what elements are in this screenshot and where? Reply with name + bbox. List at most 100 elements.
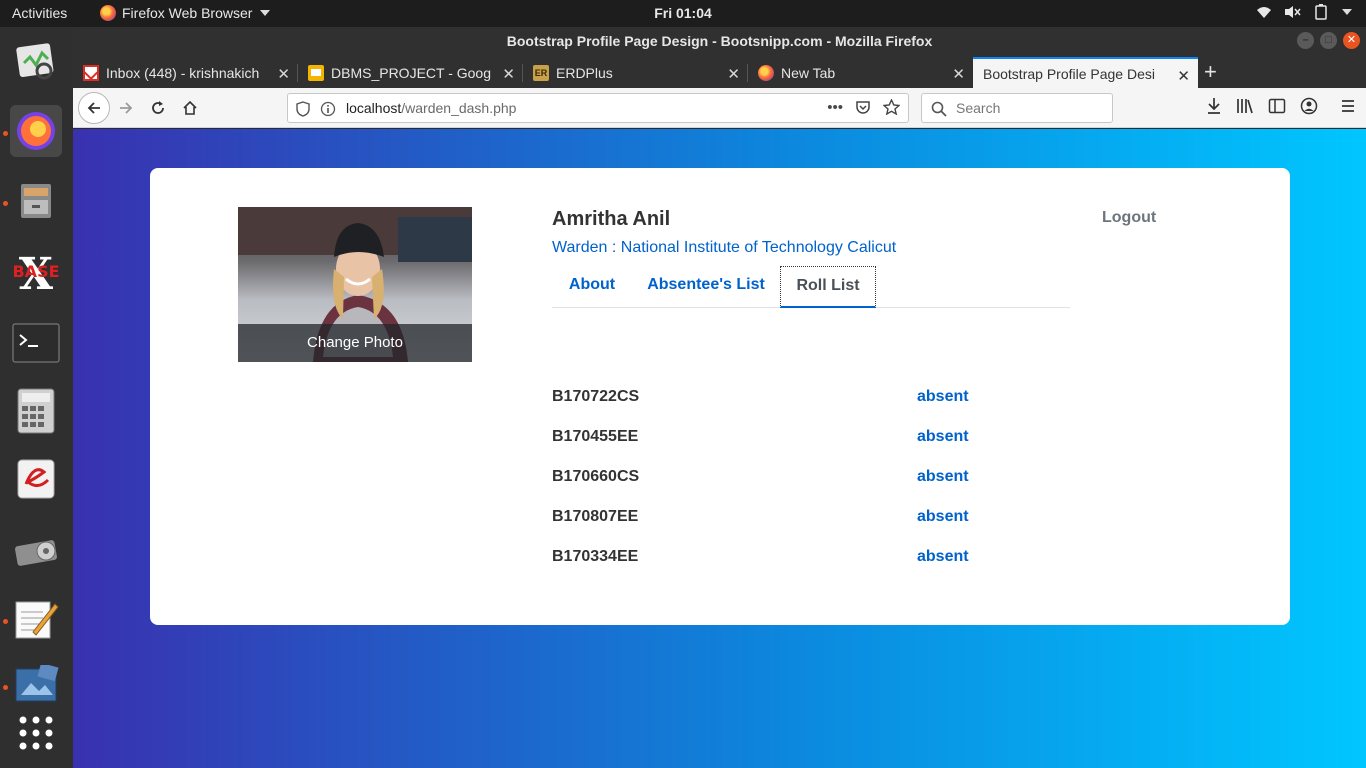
logout-button[interactable]: Logout: [1102, 209, 1156, 227]
profile-card: Change Photo Amritha Anil Warden : Natio…: [150, 168, 1290, 625]
roll-number: B170660CS: [552, 468, 640, 485]
close-window-button[interactable]: ✕: [1343, 32, 1360, 49]
dock-terminal[interactable]: [10, 317, 62, 369]
attendance-status[interactable]: absent: [917, 388, 969, 406]
sidebar-icon[interactable]: [1268, 97, 1286, 115]
dock-system-monitor[interactable]: [10, 35, 62, 87]
reload-icon: [152, 101, 164, 114]
download-icon[interactable]: [1206, 97, 1222, 115]
profile-photo: Change Photo: [238, 207, 472, 362]
shield-icon: [296, 101, 310, 117]
battery-icon: [1315, 4, 1327, 20]
roll-number: B170722CS: [552, 388, 640, 405]
new-tab-button[interactable]: +: [1204, 59, 1217, 85]
dock-disk-utility[interactable]: [10, 523, 62, 575]
hamburger-menu-icon[interactable]: [1340, 97, 1356, 115]
tab-erdplus[interactable]: ER ERDPlus ✕: [523, 57, 748, 88]
activities-button[interactable]: Activities: [12, 5, 67, 21]
tab-label: Inbox (448) - krishnakich: [106, 64, 260, 81]
terminal-icon: [12, 323, 60, 363]
maximize-button[interactable]: □: [1320, 32, 1337, 49]
app-menu[interactable]: Firefox Web Browser: [100, 5, 271, 21]
url-host: localhost: [346, 100, 402, 116]
window-titlebar[interactable]: Bootstrap Profile Page Design - Bootsnip…: [73, 27, 1366, 55]
attendance-status[interactable]: absent: [917, 468, 969, 486]
chevron-down-icon: [260, 10, 271, 16]
gmail-icon: [83, 64, 99, 81]
profile-tabs: About Absentee's List Roll List: [552, 265, 1070, 308]
basex-icon: XBASE: [12, 249, 59, 293]
url-bar[interactable]: localhost/warden_dash.php •••: [287, 93, 909, 123]
volume-muted-icon: [1285, 6, 1301, 18]
close-tab-icon[interactable]: ✕: [727, 65, 740, 83]
wifi-icon: [1257, 7, 1271, 18]
window-title: Bootstrap Profile Page Design - Bootsnip…: [506, 33, 933, 49]
tab-absentees-list[interactable]: Absentee's List: [632, 266, 780, 308]
profile-role: Warden : National Institute of Technolog…: [552, 239, 897, 256]
url-path: /warden_dash.php: [401, 100, 517, 116]
running-indicator: [3, 685, 8, 690]
dock-basex[interactable]: X BASE: [10, 245, 62, 297]
tab-label: New Tab: [781, 64, 836, 81]
firefox-icon: [100, 5, 116, 21]
search-bar[interactable]: [921, 93, 1113, 123]
close-tab-icon[interactable]: ✕: [277, 65, 290, 83]
google-slides-icon: [308, 64, 324, 81]
attendance-status[interactable]: absent: [917, 508, 969, 526]
disk-utility-icon: [15, 540, 57, 566]
close-tab-icon[interactable]: ✕: [502, 65, 515, 83]
firefox-icon: [758, 64, 774, 81]
list-item: B170334EE absent: [552, 548, 972, 572]
erdplus-icon: ER: [533, 64, 549, 81]
tab-about[interactable]: About: [552, 266, 632, 308]
home-icon: [183, 100, 197, 115]
library-icon[interactable]: [1236, 97, 1254, 115]
profile-name: Amritha Anil: [552, 208, 671, 230]
list-item: B170722CS absent: [552, 388, 972, 412]
forward-button[interactable]: [111, 94, 141, 122]
tab-roll-list[interactable]: Roll List: [780, 266, 876, 308]
gnome-top-bar: Activities Firefox Web Browser Fri 01:04: [0, 0, 1366, 27]
file-cabinet-icon: [21, 184, 51, 218]
svg-text:BASE: BASE: [12, 262, 59, 281]
tab-label: DBMS_PROJECT - Google: [331, 64, 491, 81]
account-icon[interactable]: [1300, 97, 1318, 115]
dock-screenshot[interactable]: [10, 659, 62, 711]
navigation-toolbar: localhost/warden_dash.php •••: [73, 88, 1366, 128]
bookmark-star-icon[interactable]: [883, 99, 900, 115]
text-editor-icon: [15, 601, 59, 639]
dock-firefox[interactable]: [10, 105, 62, 157]
close-tab-icon[interactable]: ✕: [1177, 67, 1190, 85]
close-tab-icon[interactable]: ✕: [952, 65, 965, 83]
attendance-status[interactable]: absent: [917, 428, 969, 446]
image-viewer-icon: [15, 665, 59, 702]
dock-files[interactable]: [10, 175, 62, 227]
system-tray[interactable]: [1256, 4, 1352, 20]
tab-new-tab[interactable]: New Tab ✕: [748, 57, 973, 88]
dock-calculator[interactable]: [10, 385, 62, 437]
home-button[interactable]: [175, 94, 205, 122]
tab-dbms-project[interactable]: DBMS_PROJECT - Google ✕: [298, 57, 523, 88]
clock[interactable]: Fri 01:04: [654, 5, 712, 21]
page-actions-icon[interactable]: •••: [827, 99, 843, 116]
minimize-button[interactable]: –: [1297, 32, 1314, 49]
running-indicator: [3, 619, 8, 624]
back-button[interactable]: [78, 92, 110, 124]
change-photo-button[interactable]: Change Photo: [238, 324, 472, 362]
attendance-status[interactable]: absent: [917, 548, 969, 566]
running-indicator: [3, 131, 8, 136]
reload-button[interactable]: [143, 94, 173, 122]
dock-text-editor[interactable]: [10, 593, 62, 645]
firefox-icon: [17, 112, 55, 150]
tab-bootstrap-profile[interactable]: Bootstrap Profile Page Desi ✕: [973, 57, 1198, 88]
tab-inbox[interactable]: Inbox (448) - krishnakich ✕: [73, 57, 298, 88]
dock-evince[interactable]: [10, 453, 62, 505]
list-item: B170455EE absent: [552, 428, 972, 452]
show-applications-button[interactable]: [10, 707, 62, 759]
search-input[interactable]: [956, 100, 1096, 116]
app-grid-icon: [19, 716, 53, 750]
tab-label: Bootstrap Profile Page Desi: [983, 65, 1155, 82]
tab-bar: Inbox (448) - krishnakich ✕ DBMS_PROJECT…: [73, 55, 1366, 88]
pocket-icon[interactable]: [855, 99, 871, 115]
calculator-icon: [17, 388, 55, 434]
